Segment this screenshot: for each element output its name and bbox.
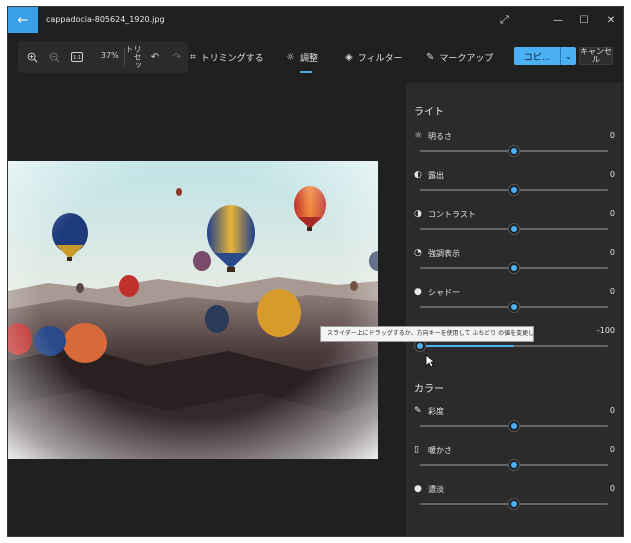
tab-crop[interactable]: ⌗ トリミングする [190, 48, 264, 66]
close-icon: ✕ [606, 14, 616, 26]
color-section-title: カラー [414, 384, 444, 395]
redo-icon[interactable]: ↷ [168, 49, 186, 65]
brightness-icon: ☼ [414, 131, 423, 141]
reset-button[interactable]: リセット [125, 45, 142, 73]
tint-value: 0 [609, 484, 615, 493]
tint-row: ● 濃淡 0 [406, 484, 621, 524]
minimize-icon: — [553, 14, 563, 26]
adjust-panel: ライト ☼ 明るさ 0 ◐ 露出 0 ◑ コントラスト 0 ◔ 強調表示 0 ●… [406, 83, 621, 536]
tab-adjust-label: 調整 [299, 53, 318, 64]
exposure-label: 露出 [428, 171, 444, 180]
undo-icon[interactable]: ↶ [146, 49, 164, 65]
highlight-row: ◔ 強調表示 0 [406, 248, 621, 288]
markup-icon: ✎ [426, 51, 435, 63]
saturation-row: ✎ 彩度 0 [406, 406, 621, 446]
vignette-slider-thumb[interactable] [415, 341, 425, 351]
maximize-icon: ☐ [579, 14, 589, 26]
saturation-label: 彩度 [428, 407, 444, 416]
svg-text:1:1: 1:1 [73, 55, 81, 61]
tab-crop-label: トリミングする [200, 53, 264, 64]
warmth-row: ▯ 暖かさ 0 [406, 445, 621, 485]
highlight-icon: ◔ [414, 248, 422, 258]
back-arrow-icon: ← [17, 12, 29, 28]
photos-app-window: ← cappadocia-805624_1920.jpg ⤢ — ☐ ✕ 1:1… [7, 6, 624, 537]
saturation-icon: ✎ [414, 406, 422, 416]
contrast-value: 0 [609, 209, 615, 218]
slider-tooltip: スライダー上にドラッグするか、方向キーを使用して ふちどり の値を変更します [320, 326, 534, 342]
back-button[interactable]: ← [8, 7, 38, 33]
zoom-in-icon[interactable] [23, 49, 41, 65]
fullscreen-icon[interactable]: ⤢ [500, 13, 514, 27]
title-bar: ← cappadocia-805624_1920.jpg ⤢ — ☐ ✕ [8, 7, 623, 35]
exposure-row: ◐ 露出 0 [406, 170, 621, 210]
adjust-icon: ☼ [286, 51, 295, 63]
zoom-controls: 1:1 37% リセット ↶ ↷ [18, 41, 188, 73]
close-button[interactable]: ✕ [596, 7, 623, 33]
highlight-slider-thumb[interactable] [509, 263, 519, 273]
warmth-slider-thumb[interactable] [509, 460, 519, 470]
tab-markup-label: マークアップ [439, 53, 494, 64]
maximize-button[interactable]: ☐ [569, 7, 599, 33]
chevron-down-icon: ⌄ [565, 51, 572, 61]
filter-icon: ◈ [345, 51, 353, 63]
saturation-slider-thumb[interactable] [509, 421, 519, 431]
shadow-label: シャドー [428, 288, 460, 297]
contrast-slider-thumb[interactable] [509, 224, 519, 234]
tab-markup[interactable]: ✎ マークアップ [426, 48, 493, 66]
edit-toolbar: 1:1 37% リセット ↶ ↷ ⌗ トリミングする ☼ 調整 ◈ フィルター … [8, 35, 623, 79]
highlight-value: 0 [609, 248, 615, 257]
image-canvas[interactable] [8, 79, 406, 536]
cancel-button[interactable]: キャンセル [579, 47, 613, 65]
exposure-value: 0 [609, 170, 615, 179]
brightness-label: 明るさ [428, 132, 452, 141]
zoom-out-icon[interactable] [45, 49, 63, 65]
shadow-icon: ● [414, 287, 422, 297]
tint-slider-thumb[interactable] [509, 499, 519, 509]
active-tab-indicator [300, 71, 312, 73]
vignette-slider-fill [420, 345, 514, 347]
crop-icon: ⌗ [190, 51, 196, 63]
shadow-row: ● シャドー 0 [406, 287, 621, 327]
save-copy-button[interactable]: コピ... [514, 47, 560, 65]
tint-icon: ● [414, 484, 422, 494]
light-section-title: ライト [414, 107, 444, 118]
brightness-value: 0 [609, 131, 615, 140]
tab-filter-label: フィルター [357, 53, 403, 64]
contrast-row: ◑ コントラスト 0 [406, 209, 621, 249]
contrast-icon: ◑ [414, 209, 422, 219]
saturation-value: 0 [609, 406, 615, 415]
actual-size-icon[interactable]: 1:1 [68, 49, 86, 65]
exposure-icon: ◐ [414, 170, 422, 180]
mouse-cursor-icon [425, 354, 435, 368]
shadow-value: 0 [609, 287, 615, 296]
tab-filter[interactable]: ◈ フィルター [345, 48, 403, 66]
highlight-label: 強調表示 [428, 249, 460, 258]
photo-preview [8, 161, 378, 459]
tab-adjust[interactable]: ☼ 調整 [286, 48, 318, 66]
zoom-level: 37% [101, 51, 119, 60]
file-name: cappadocia-805624_1920.jpg [46, 15, 165, 24]
warmth-label: 暖かさ [428, 446, 452, 455]
tint-label: 濃淡 [428, 485, 444, 494]
vignette-value: -100 [596, 326, 615, 335]
brightness-slider-thumb[interactable] [509, 146, 519, 156]
contrast-label: コントラスト [428, 210, 476, 219]
brightness-row: ☼ 明るさ 0 [406, 131, 621, 171]
warmth-value: 0 [609, 445, 615, 454]
exposure-slider-thumb[interactable] [509, 185, 519, 195]
save-options-button[interactable]: ⌄ [560, 47, 576, 65]
shadow-slider-thumb[interactable] [509, 302, 519, 312]
warmth-icon: ▯ [414, 445, 419, 455]
